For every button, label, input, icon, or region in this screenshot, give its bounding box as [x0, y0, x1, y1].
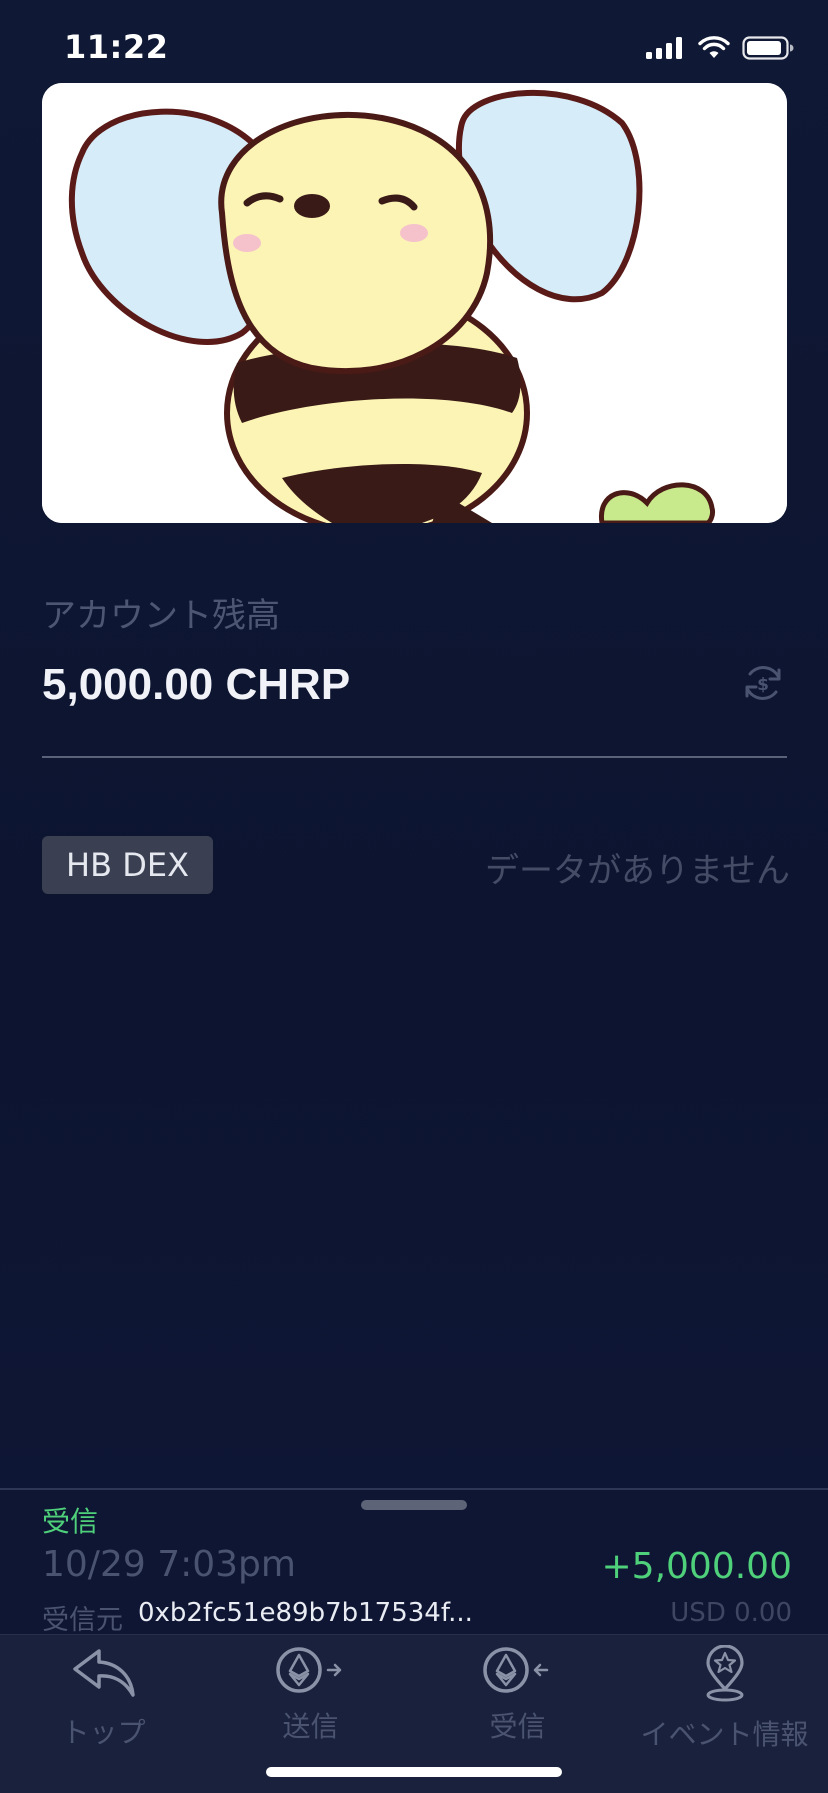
eth-send-icon — [275, 1647, 341, 1693]
signal-icon — [646, 37, 682, 59]
nav-item-receive[interactable]: 受信 — [414, 1635, 621, 1745]
bee-illustration — [42, 83, 787, 523]
dex-tag-button[interactable]: HB DEX — [42, 836, 213, 894]
drag-handle[interactable] — [361, 1500, 467, 1510]
svg-text:$: $ — [757, 675, 769, 695]
empty-state-text: データがありません — [485, 851, 790, 891]
status-time: 11:22 — [64, 28, 169, 66]
transaction-amount: +5,000.00 — [601, 1546, 792, 1587]
map-pin-star-icon — [705, 1645, 744, 1702]
nav-label-send: 送信 — [282, 1710, 339, 1743]
banner-image[interactable] — [42, 83, 787, 523]
divider — [42, 756, 787, 758]
nav-item-events[interactable]: イベント情報 — [621, 1635, 828, 1751]
balance-label: アカウント残高 — [42, 596, 280, 636]
transaction-panel[interactable]: 受信 10/29 7:03pm +5,000.00 受信元 0xb2fc51e8… — [0, 1488, 828, 1636]
nav-label-receive: 受信 — [489, 1710, 546, 1743]
reply-arrow-icon — [72, 1649, 135, 1697]
battery-icon — [742, 36, 794, 60]
refresh-dollar-icon[interactable]: $ — [740, 660, 786, 706]
wifi-icon — [698, 36, 730, 58]
nav-item-top[interactable]: トップ — [0, 1635, 207, 1749]
transaction-from-address: 0xb2fc51e89b7b17534f... — [138, 1598, 473, 1628]
nav-label-events: イベント情報 — [640, 1718, 809, 1751]
transaction-from-label: 受信元 — [42, 1605, 123, 1636]
eth-receive-icon — [482, 1647, 548, 1693]
transaction-type: 受信 — [42, 1505, 99, 1538]
nav-label-top: トップ — [61, 1716, 146, 1749]
home-indicator[interactable] — [266, 1767, 562, 1777]
balance-value: 5,000.00 CHRP — [42, 660, 351, 709]
transaction-usd-value: USD 0.00 — [670, 1598, 792, 1628]
nav-item-send[interactable]: 送信 — [207, 1635, 414, 1745]
status-icons — [646, 36, 794, 60]
transaction-date: 10/29 7:03pm — [42, 1544, 296, 1585]
